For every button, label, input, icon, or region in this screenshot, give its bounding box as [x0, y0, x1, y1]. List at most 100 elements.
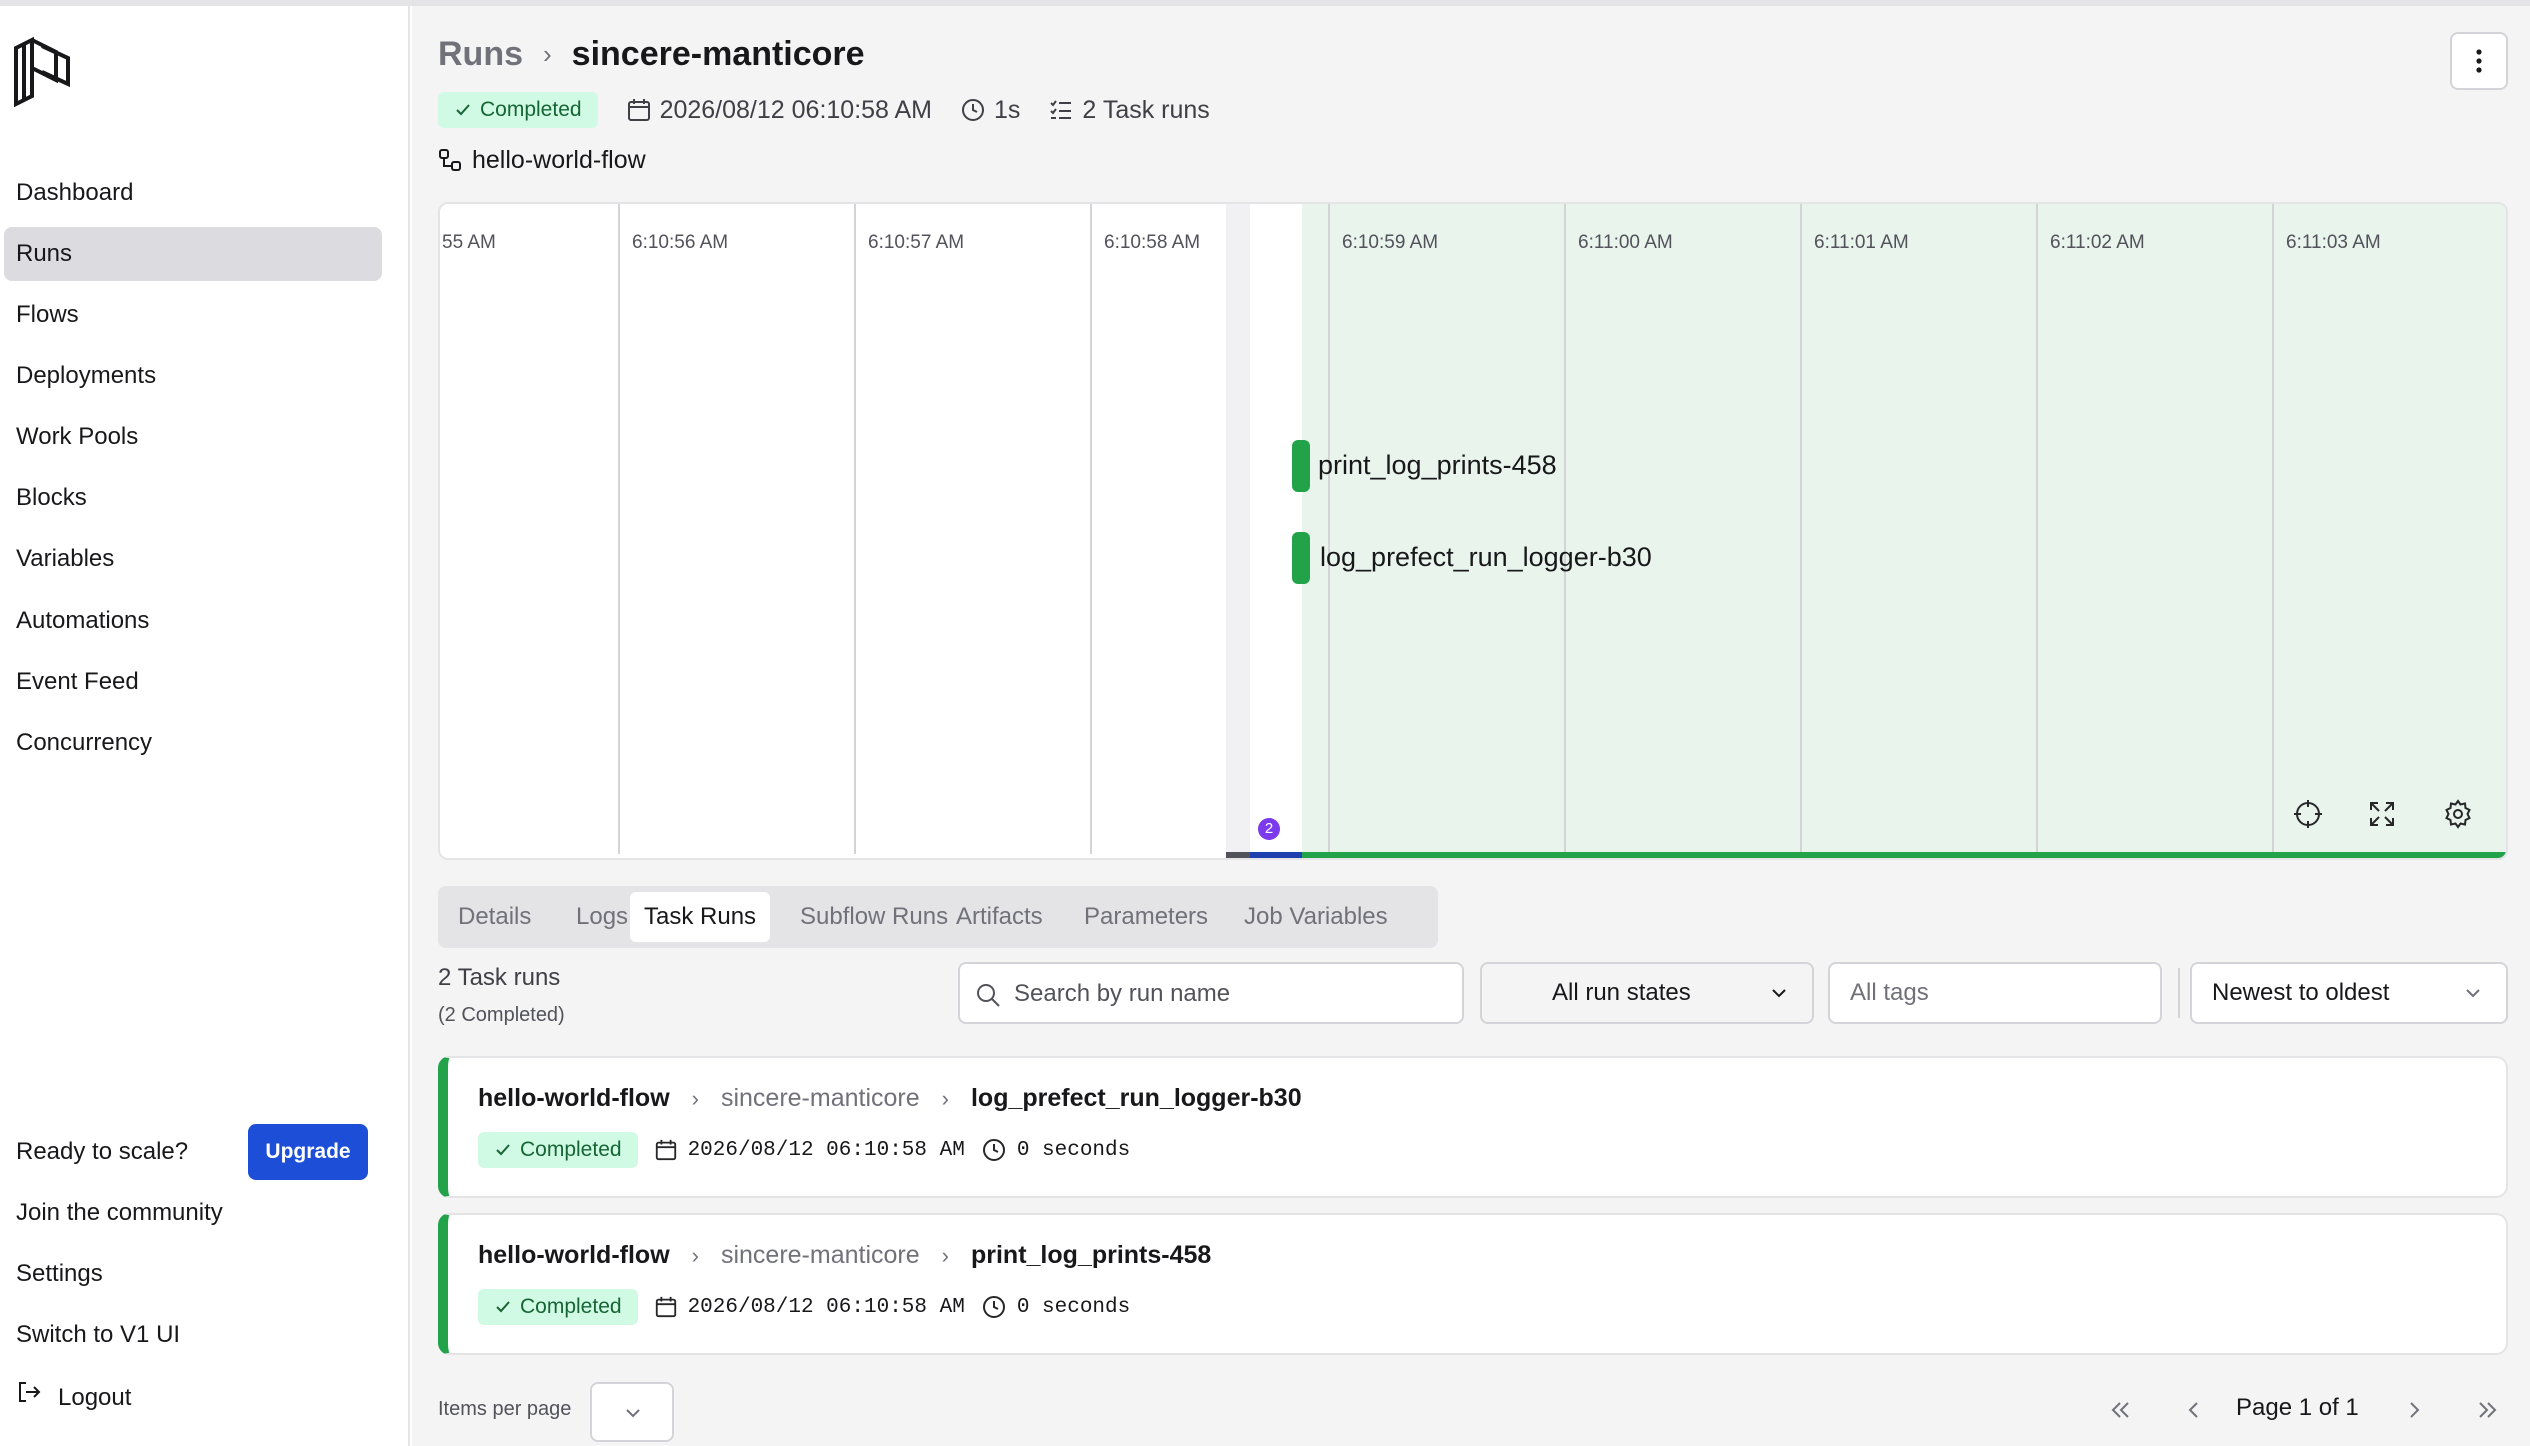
- sidebar-item-work-pools[interactable]: Work Pools: [4, 410, 382, 464]
- next-page-icon[interactable]: [2398, 1394, 2430, 1426]
- chevron-down-icon: [1772, 989, 1786, 998]
- task-run-time: 2026/08/12 06:10:58 AM: [654, 1138, 965, 1162]
- timeline-tick-label: 6:11:01 AM: [1814, 232, 1909, 253]
- clock-icon: [962, 99, 985, 121]
- upgrade-button[interactable]: Upgrade: [248, 1124, 368, 1180]
- tags-placeholder: All tags: [1850, 979, 1929, 1006]
- sidebar-item-flows[interactable]: Flows: [4, 288, 382, 342]
- sidebar-item-event-feed[interactable]: Event Feed: [4, 655, 382, 709]
- switch-v1-ui-link[interactable]: Switch to V1 UI: [4, 1308, 382, 1362]
- breadcrumb-runs-link[interactable]: Runs: [438, 35, 523, 73]
- flow-link[interactable]: hello-world-flow: [438, 142, 646, 178]
- sidebar-item-runs[interactable]: Runs: [4, 227, 382, 281]
- status-text: Completed: [520, 1138, 622, 1161]
- calendar-icon: [655, 1139, 676, 1161]
- chevron-right-icon: ›: [543, 39, 552, 69]
- prefect-logo-icon[interactable]: [12, 36, 72, 108]
- timeline-tick-label: 6:11:00 AM: [1578, 232, 1673, 253]
- status-text: Completed: [480, 98, 582, 121]
- list-checks-icon: [1050, 100, 1072, 119]
- task-run-name-link[interactable]: log_prefect_run_logger-b30: [971, 1084, 1302, 1113]
- search-icon: [977, 984, 1000, 1007]
- timeline-gridline: [1800, 204, 1802, 854]
- tab-subflow-runs[interactable]: Subflow Runs: [786, 892, 962, 942]
- task-run-meta: Completed 2026/08/12 06:10:58 AM 0 secon…: [478, 1132, 1130, 1168]
- run-states-value: All run states: [1552, 979, 1691, 1006]
- task-runs-completed-count: (2 Completed): [438, 1004, 565, 1026]
- task-run-card[interactable]: hello-world-flow › sincere-manticore › p…: [438, 1213, 2508, 1355]
- sidebar-item-blocks[interactable]: Blocks: [4, 471, 382, 525]
- expand-icon[interactable]: [2366, 798, 2398, 830]
- chevron-down-icon: [2466, 989, 2480, 998]
- run-tabs: Details Logs Task Runs Subflow Runs Arti…: [438, 886, 1438, 948]
- more-options-button[interactable]: [2450, 32, 2508, 90]
- run-timeline[interactable]: 55 AM 6:10:56 AM 6:10:57 AM 6:10:58 AM 6…: [438, 202, 2508, 860]
- task-run-meta: Completed 2026/08/12 06:10:58 AM 0 secon…: [478, 1289, 1130, 1325]
- tab-task-runs[interactable]: Task Runs: [630, 892, 771, 942]
- search-field[interactable]: [958, 962, 1464, 1024]
- task-run-parent-link[interactable]: sincere-manticore: [721, 1084, 920, 1113]
- task-run-count-text: 2 Task runs: [1082, 95, 1210, 124]
- sidebar: Dashboard Runs Flows Deployments Work Po…: [0, 6, 410, 1446]
- sidebar-item-settings[interactable]: Settings: [4, 1247, 382, 1301]
- task-run-parent-link[interactable]: sincere-manticore: [721, 1241, 920, 1270]
- run-states-select[interactable]: All run states: [1480, 962, 1814, 1024]
- flow-name[interactable]: hello-world-flow: [472, 146, 646, 175]
- kebab-menu-icon: [2476, 49, 2482, 73]
- first-page-icon[interactable]: [2104, 1394, 2136, 1426]
- task-run-breadcrumb: hello-world-flow › sincere-manticore › p…: [478, 1241, 1211, 1270]
- timeline-gridline: [618, 204, 620, 854]
- task-run-flow-link[interactable]: hello-world-flow: [478, 1241, 670, 1270]
- tags-filter-input[interactable]: All tags: [1828, 962, 2162, 1024]
- timeline-tick-label: 6:10:58 AM: [1104, 232, 1201, 253]
- sidebar-item-concurrency[interactable]: Concurrency: [4, 716, 382, 770]
- check-icon: [456, 104, 470, 116]
- timeline-task-label[interactable]: print_log_prints-458: [1318, 450, 1557, 481]
- timeline-gridline: [2272, 204, 2274, 854]
- join-community-link[interactable]: Join the community: [4, 1186, 382, 1240]
- timeline-task-label[interactable]: log_prefect_run_logger-b30: [1320, 542, 1652, 573]
- tab-details[interactable]: Details: [444, 892, 545, 942]
- sort-value: Newest to oldest: [2212, 979, 2390, 1006]
- chevron-right-icon: ›: [941, 1242, 949, 1268]
- search-input[interactable]: [1014, 974, 1444, 1014]
- sidebar-item-variables[interactable]: Variables: [4, 532, 382, 586]
- task-run-name-link[interactable]: print_log_prints-458: [971, 1241, 1211, 1270]
- recenter-icon[interactable]: [2292, 798, 2324, 830]
- task-run-breadcrumb: hello-world-flow › sincere-manticore › l…: [478, 1084, 1302, 1113]
- timeline-state-bar-pending: [1250, 852, 1302, 858]
- timeline-tick-label: 6:10:57 AM: [868, 232, 965, 253]
- sidebar-item-dashboard[interactable]: Dashboard: [4, 166, 382, 220]
- tab-job-variables[interactable]: Job Variables: [1230, 892, 1402, 942]
- status-badge: Completed: [478, 1289, 638, 1325]
- start-time: 2026/08/12 06:10:58 AM: [626, 96, 932, 125]
- timeline-pending-band: [1250, 204, 1302, 854]
- previous-page-icon[interactable]: [2178, 1394, 2210, 1426]
- timeline-tick-label: 6:10:59 AM: [1342, 232, 1439, 253]
- task-run-flow-link[interactable]: hello-world-flow: [478, 1084, 670, 1113]
- task-run-card[interactable]: hello-world-flow › sincere-manticore › l…: [438, 1056, 2508, 1198]
- timeline-event-count-badge[interactable]: 2: [1258, 818, 1280, 840]
- timeline-gridline: [2036, 204, 2038, 854]
- logout-button[interactable]: Logout: [4, 1371, 382, 1425]
- items-per-page-select[interactable]: [590, 1382, 674, 1442]
- timeline-gridline: [854, 204, 856, 854]
- duration: 1s: [960, 96, 1020, 125]
- chevron-right-icon: ›: [941, 1085, 949, 1111]
- settings-gear-icon[interactable]: [2442, 798, 2474, 830]
- timeline-gridline: [1328, 204, 1330, 854]
- task-run-time: 2026/08/12 06:10:58 AM: [654, 1295, 965, 1319]
- calendar-icon: [655, 1296, 676, 1318]
- sidebar-item-deployments[interactable]: Deployments: [4, 349, 382, 403]
- timeline-tick-label: 6:10:56 AM: [632, 232, 729, 253]
- timeline-task-bar[interactable]: [1292, 440, 1310, 492]
- sort-select[interactable]: Newest to oldest: [2190, 962, 2508, 1024]
- timeline-gridline: [1090, 204, 1092, 854]
- timeline-task-bar[interactable]: [1292, 532, 1310, 584]
- tab-parameters[interactable]: Parameters: [1070, 892, 1222, 942]
- timeline-tick-label: 55 AM: [442, 232, 496, 253]
- filter-divider: [2178, 968, 2180, 1018]
- tab-artifacts[interactable]: Artifacts: [942, 892, 1057, 942]
- sidebar-item-automations[interactable]: Automations: [4, 594, 382, 648]
- last-page-icon[interactable]: [2472, 1394, 2504, 1426]
